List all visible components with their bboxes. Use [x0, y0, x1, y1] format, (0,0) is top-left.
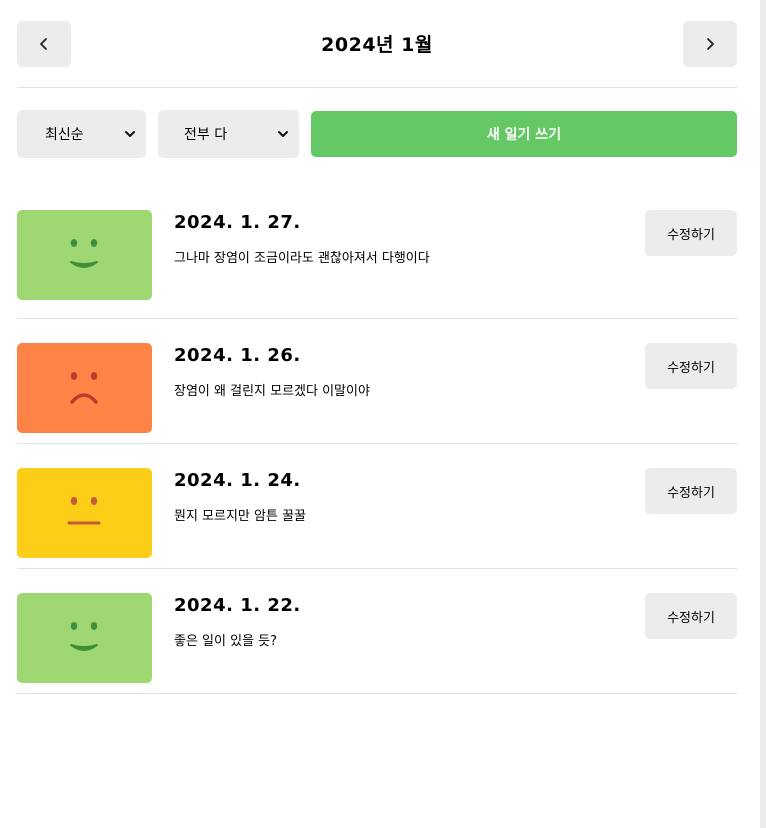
diary-list: 2024. 1. 27. 그나마 장염이 조금이라도 괜찮아져서 다행이다 수정하기… [17, 186, 737, 694]
edit-button[interactable]: 수정하기 [645, 593, 737, 639]
diary-content: 장염이 왜 걸린지 모르겠다 이말이야 [174, 384, 370, 399]
chevron-left-icon [40, 37, 47, 50]
month-header: 2024년 1월 [17, 0, 737, 88]
edit-button[interactable]: 수정하기 [645, 468, 737, 514]
chevron-down-icon [125, 131, 135, 137]
diary-content: 그나마 장염이 조금이라도 괜찮아져서 다행이다 [174, 251, 430, 266]
filter-select-value: 전부 다 [184, 127, 228, 143]
smile-face-icon [65, 618, 105, 658]
diary-item: 2024. 1. 24. 뭔지 모르지만 암튼 꿀꿀 수정하기 [17, 444, 737, 569]
edit-button[interactable]: 수정하기 [645, 343, 737, 389]
smile-face-icon [65, 235, 105, 275]
diary-toolbar: 최신순 전부 다 새 일기 쓰기 [17, 110, 737, 158]
emotion-image[interactable] [17, 210, 152, 300]
diary-date: 2024. 1. 24. [174, 470, 301, 491]
diary-item: 2024. 1. 22. 좋은 일이 있을 듯? 수정하기 [17, 569, 737, 694]
sad-face-icon [65, 368, 105, 408]
emotion-image[interactable] [17, 343, 152, 433]
chevron-right-icon [707, 37, 714, 50]
emotion-image[interactable] [17, 468, 152, 558]
next-month-button[interactable] [683, 20, 737, 67]
sort-select[interactable]: 최신순 [17, 110, 146, 158]
diary-info[interactable]: 2024. 1. 27. 그나마 장염이 조금이라도 괜찮아져서 다행이다 [174, 210, 430, 266]
diary-item: 2024. 1. 27. 그나마 장염이 조금이라도 괜찮아져서 다행이다 수정하기 [17, 186, 737, 319]
diary-item: 2024. 1. 26. 장염이 왜 걸린지 모르겠다 이말이야 수정하기 [17, 319, 737, 444]
sort-select-value: 최신순 [45, 127, 84, 143]
diary-date: 2024. 1. 22. [174, 595, 301, 616]
edit-button[interactable]: 수정하기 [645, 210, 737, 256]
emotion-filter-select[interactable]: 전부 다 [158, 110, 299, 158]
diary-info[interactable]: 2024. 1. 24. 뭔지 모르지만 암튼 꿀꿀 [174, 468, 306, 524]
neutral-face-icon [65, 493, 105, 533]
emotion-image[interactable] [17, 593, 152, 683]
diary-content: 좋은 일이 있을 듯? [174, 634, 278, 649]
prev-month-button[interactable] [17, 20, 71, 67]
diary-content: 뭔지 모르지만 암튼 꿀꿀 [174, 509, 306, 524]
diary-page: 2024년 1월 최신순 전부 다 새 일기 쓰기 2024. 1. 27. 그나… [17, 0, 737, 694]
month-title: 2024년 1월 [321, 34, 433, 56]
diary-date: 2024. 1. 27. [174, 212, 301, 233]
scrollbar-track[interactable] [760, 0, 766, 828]
diary-info[interactable]: 2024. 1. 26. 장염이 왜 걸린지 모르겠다 이말이야 [174, 343, 370, 399]
new-diary-button[interactable]: 새 일기 쓰기 [311, 111, 737, 157]
diary-info[interactable]: 2024. 1. 22. 좋은 일이 있을 듯? [174, 593, 301, 649]
diary-date: 2024. 1. 26. [174, 345, 301, 366]
chevron-down-icon [278, 131, 288, 137]
